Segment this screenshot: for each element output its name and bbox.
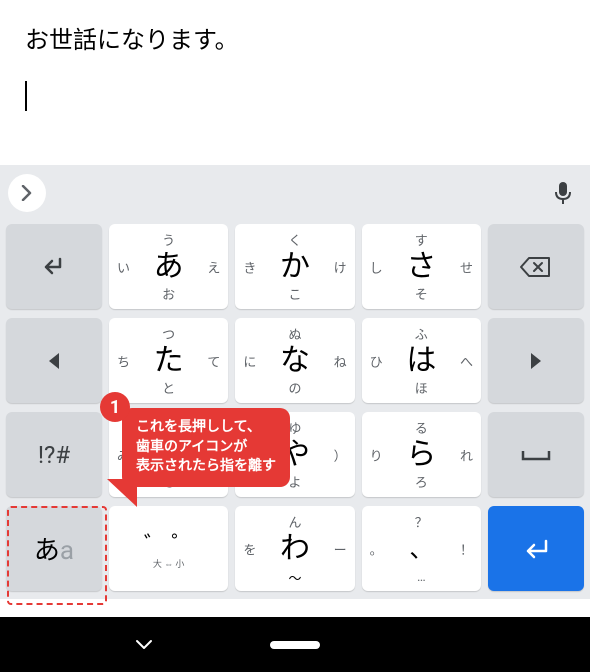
enter-icon: [520, 537, 552, 561]
keyboard: う い あ え お く き か け こ す し さ せ そ つ: [0, 220, 590, 599]
enter-key[interactable]: [488, 506, 584, 591]
android-nav-bar: [0, 617, 590, 672]
mic-button[interactable]: [544, 174, 582, 212]
key-row: う い あ え お く き か け こ す し さ せ そ: [6, 224, 584, 309]
cursor-left-key[interactable]: [6, 318, 102, 403]
left-triangle-icon: [46, 351, 62, 371]
backspace-icon: [519, 255, 553, 279]
key-row: !?# む み ま め も ゆ （ や ） よ る り ら れ ろ: [6, 412, 584, 497]
backspace-key[interactable]: [488, 224, 584, 309]
reverse-key[interactable]: [6, 224, 102, 309]
key-row: あa ゛ ゜ 大 ⇔ 小 ん を わ ー 〜 ？ 。 、 ！ …: [6, 506, 584, 591]
dakuten-key[interactable]: ゛ ゜ 大 ⇔ 小: [109, 506, 228, 591]
kana-key-wa[interactable]: ん を わ ー 〜: [235, 506, 354, 591]
text-input-area[interactable]: お世話になります。: [0, 0, 590, 165]
mic-icon: [554, 181, 572, 205]
kana-key-a[interactable]: う い あ え お: [109, 224, 228, 309]
space-key[interactable]: [488, 412, 584, 497]
suggestion-bar: [0, 165, 590, 220]
chevron-right-icon: [21, 185, 33, 201]
cursor-right-key[interactable]: [488, 318, 584, 403]
chevron-down-icon: [135, 639, 153, 651]
reverse-arrow-icon: [36, 255, 72, 279]
key-row: つ ち た て と ぬ に な ね の ふ ひ は へ ほ: [6, 318, 584, 403]
kana-key-ta[interactable]: つ ち た て と: [109, 318, 228, 403]
kana-key-sa[interactable]: す し さ せ そ: [362, 224, 481, 309]
right-triangle-icon: [528, 351, 544, 371]
kana-key-na[interactable]: ぬ に な ね の: [235, 318, 354, 403]
callout-bubble: これを長押しして、 歯車のアイコンが 表示されたら指を離す: [122, 408, 290, 487]
nav-back-button[interactable]: [135, 639, 153, 651]
kana-key-ha[interactable]: ふ ひ は へ ほ: [362, 318, 481, 403]
callout-number: 1: [100, 392, 130, 422]
nav-home-button[interactable]: [270, 641, 320, 649]
text-cursor: [25, 81, 27, 111]
expand-button[interactable]: [8, 174, 46, 212]
input-mode-key[interactable]: あa: [6, 506, 102, 591]
punctuation-key[interactable]: ？ 。 、 ！ …: [362, 506, 481, 591]
space-icon: [520, 448, 552, 462]
symbols-key[interactable]: !?#: [6, 412, 102, 497]
kana-key-ka[interactable]: く き か け こ: [235, 224, 354, 309]
text-line-1: お世話になります。: [25, 20, 565, 55]
kana-key-ra[interactable]: る り ら れ ろ: [362, 412, 481, 497]
